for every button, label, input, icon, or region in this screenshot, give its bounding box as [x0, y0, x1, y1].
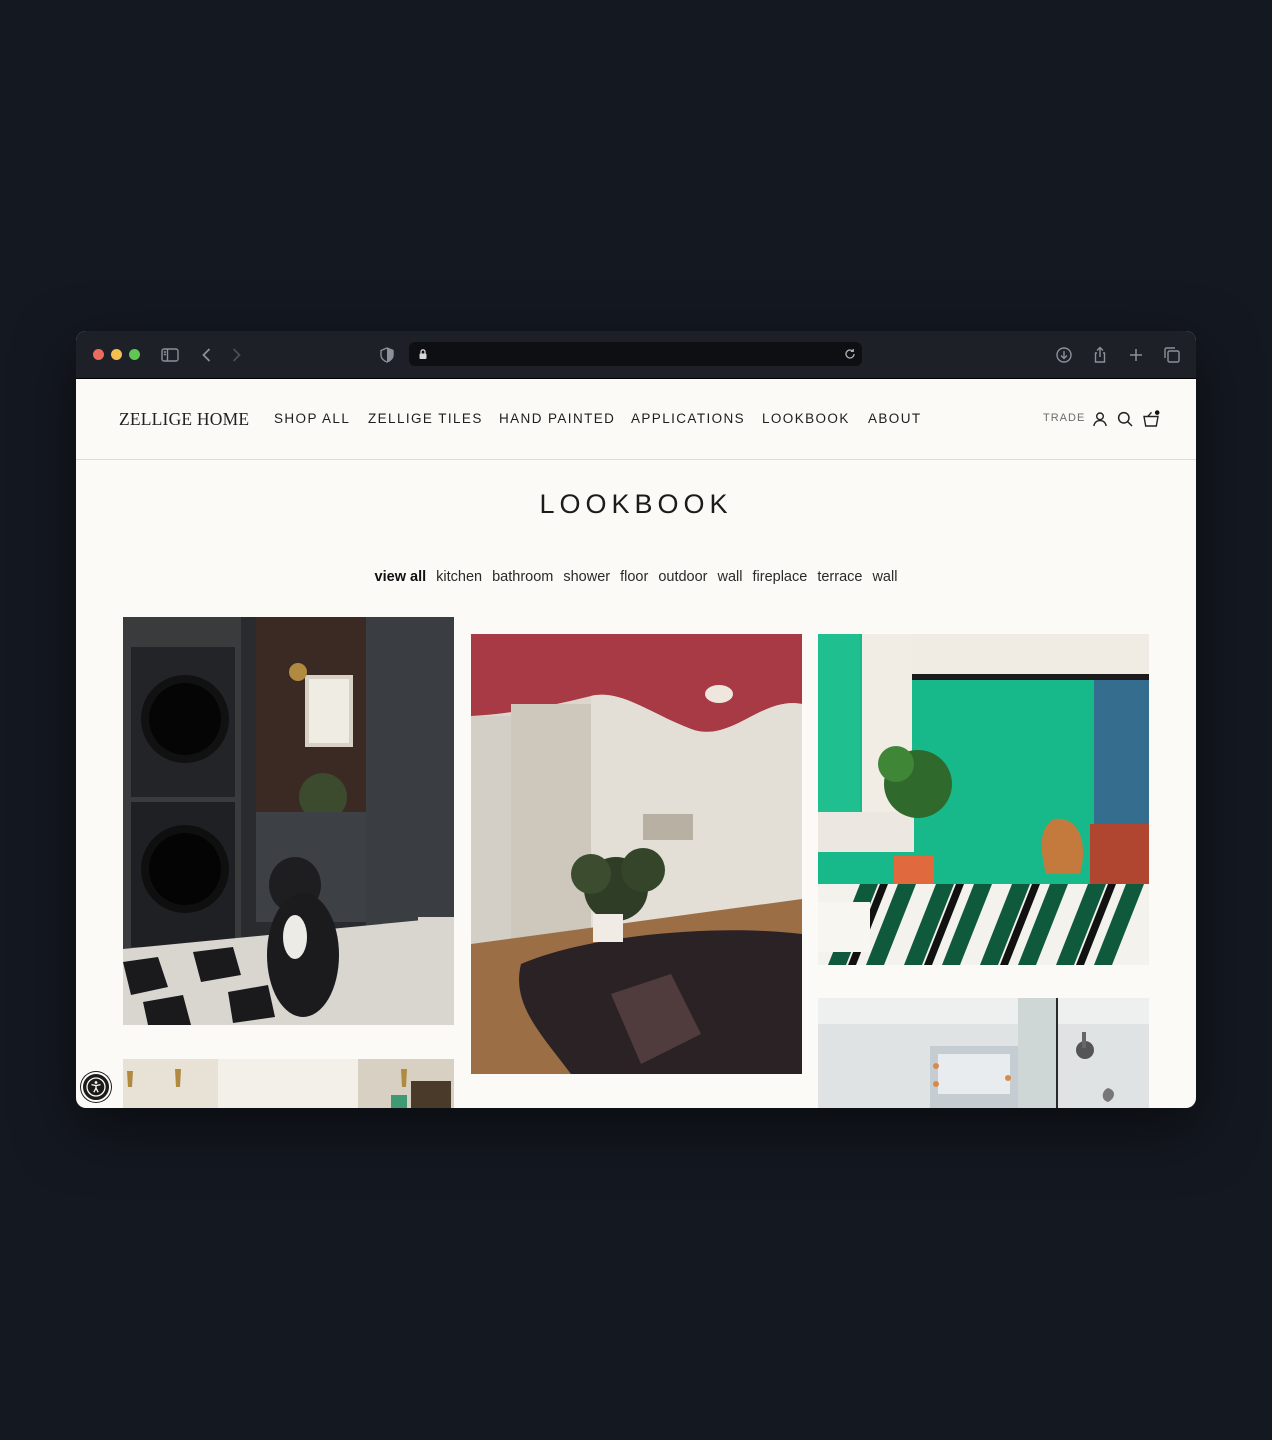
- nav-hand-painted[interactable]: HAND PAINTED: [499, 411, 615, 426]
- forward-icon[interactable]: [226, 345, 246, 365]
- tabs-icon[interactable]: [1162, 345, 1182, 365]
- page-title: LOOKBOOK: [539, 489, 733, 519]
- filter-fireplace[interactable]: fireplace: [753, 569, 808, 585]
- new-tab-icon[interactable]: [1126, 345, 1146, 365]
- back-icon[interactable]: [197, 345, 217, 365]
- browser-toolbar: [76, 331, 1196, 379]
- filter-shower[interactable]: shower: [563, 569, 610, 585]
- site-logo[interactable]: ZELLIGE HOME: [119, 409, 249, 430]
- cart-icon[interactable]: [1142, 410, 1160, 428]
- sidebar-icon[interactable]: [160, 345, 180, 365]
- filter-wall-2[interactable]: wall: [872, 569, 897, 585]
- search-icon[interactable]: [1116, 410, 1134, 428]
- nav-lookbook[interactable]: LOOKBOOK: [762, 411, 850, 426]
- nav-zellige-tiles[interactable]: ZELLIGE TILES: [368, 411, 483, 426]
- nav-applications[interactable]: APPLICATIONS: [631, 411, 745, 426]
- browser-window: ZELLIGE HOME SHOP ALL ZELLIGE TILES HAND…: [76, 331, 1196, 1108]
- filter-view-all[interactable]: view all: [375, 569, 427, 585]
- account-icon[interactable]: [1091, 410, 1109, 428]
- glass-shower-photo[interactable]: [818, 998, 1149, 1108]
- filter-floor[interactable]: floor: [620, 569, 648, 585]
- curved-shower-photo[interactable]: [471, 634, 802, 1074]
- filter-outdoor[interactable]: outdoor: [658, 569, 707, 585]
- filter-kitchen[interactable]: kitchen: [436, 569, 482, 585]
- nav-about[interactable]: ABOUT: [868, 411, 922, 426]
- accessibility-button[interactable]: [81, 1072, 111, 1102]
- minimize-window-button[interactable]: [111, 349, 122, 360]
- download-icon[interactable]: [1054, 345, 1074, 365]
- filter-wall[interactable]: wall: [718, 569, 743, 585]
- category-filters: view all kitchen bathroom shower floor o…: [76, 569, 1196, 585]
- accessibility-icon: [86, 1077, 106, 1097]
- share-icon[interactable]: [1090, 345, 1110, 365]
- laundry-room-photo[interactable]: [123, 617, 454, 1025]
- zoom-window-button[interactable]: [129, 349, 140, 360]
- reload-icon[interactable]: [843, 347, 857, 361]
- site-header: ZELLIGE HOME SHOP ALL ZELLIGE TILES HAND…: [76, 379, 1196, 460]
- close-window-button[interactable]: [93, 349, 104, 360]
- lock-icon: [416, 347, 430, 361]
- filter-terrace[interactable]: terrace: [817, 569, 862, 585]
- green-tile-bathroom-photo[interactable]: [818, 634, 1149, 965]
- brass-hooks-photo[interactable]: [123, 1059, 454, 1108]
- shield-icon[interactable]: [377, 345, 397, 365]
- filter-bathroom[interactable]: bathroom: [492, 569, 553, 585]
- trade-link[interactable]: TRADE: [1043, 412, 1085, 424]
- address-bar[interactable]: [409, 342, 862, 366]
- nav-shop-all[interactable]: SHOP ALL: [274, 411, 350, 426]
